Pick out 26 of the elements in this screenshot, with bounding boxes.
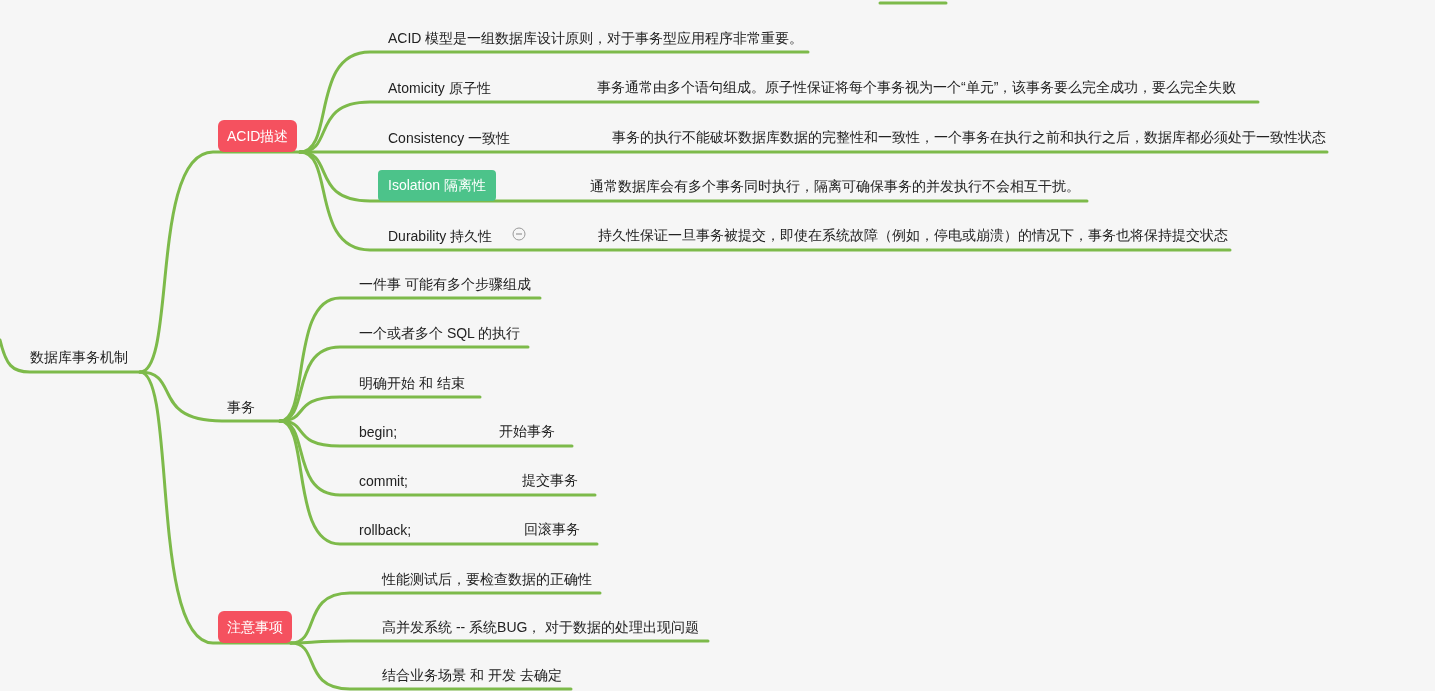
subtopic: begin; <box>359 423 398 442</box>
subtopic: 一件事 可能有多个步骤组成 <box>359 275 531 294</box>
subtopic: commit; <box>359 472 408 491</box>
topic-note: 回滚事务 <box>524 520 580 539</box>
branch-topic: 注意事项 <box>218 611 292 643</box>
topic-note: 持久性保证一旦事务被提交，即使在系统故障（例如，停电或崩溃）的情况下，事务也将保持提交状态 <box>598 226 1228 245</box>
subtopic: 一个或者多个 SQL 的执行 <box>359 324 521 343</box>
topic-note: 事务的执行不能破坏数据库数据的完整性和一致性，一个事务在执行之前和执行之后，数据库都必须处于一致性状态 <box>612 128 1326 147</box>
subtopic: 结合业务场景 和 开发 去确定 <box>382 666 562 685</box>
subtopic: Isolation 隔离性 <box>378 170 497 201</box>
collapse-icon[interactable] <box>512 227 526 241</box>
topic-note: 通常数据库会有多个事务同时执行，隔离可确保事务的并发执行不会相互干扰。 <box>590 177 1080 196</box>
subtopic: 明确开始 和 结束 <box>359 374 465 393</box>
subtopic: 高并发系统 -- 系统BUG， 对于数据的处理出现问题 <box>382 618 700 637</box>
branch-topic: 事务 <box>227 398 255 417</box>
subtopic: Consistency 一致性 <box>388 129 511 148</box>
root-topic: 数据库事务机制 <box>30 348 128 367</box>
subtopic: rollback; <box>359 521 412 540</box>
topic-note: 开始事务 <box>499 422 555 441</box>
subtopic: Atomicity 原子性 <box>388 79 491 98</box>
subtopic: 性能测试后，要检查数据的正确性 <box>382 570 592 589</box>
topic-note: 事务通常由多个语句组成。原子性保证将每个事务视为一个“单元”，该事务要么完全成功，要么完全失败 <box>597 78 1237 97</box>
topic-note: 提交事务 <box>522 471 578 490</box>
subtopic: Durability 持久性 <box>388 227 493 246</box>
subtopic: ACID 模型是一组数据库设计原则，对于事务型应用程序非常重要。 <box>388 29 804 48</box>
branch-topic: ACID描述 <box>218 120 298 152</box>
